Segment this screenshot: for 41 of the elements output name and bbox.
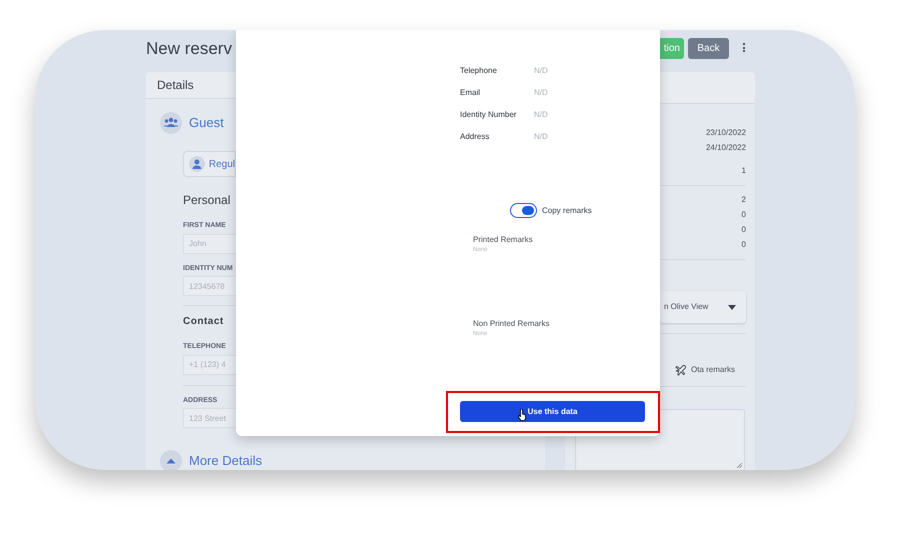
info-value: N/D [534,87,548,99]
card-title: Details [157,77,194,94]
caret-icon [728,304,736,310]
guest-type-button[interactable]: Regul [183,151,236,177]
input-field[interactable]: John [183,234,236,254]
info-label: Telephone [460,65,498,77]
toggle-switch[interactable] [510,203,537,218]
count-value: 2 [742,194,746,206]
count-value: 0 [742,224,746,236]
info-value: N/D [534,65,548,77]
subsection-heading: Contact [183,315,225,329]
count-value: 0 [742,209,746,221]
section-heading: More Details [189,452,262,470]
section-heading: Guest [189,114,224,132]
pointer-cursor-icon [518,409,527,421]
toggle-label: Copy remarks [542,204,592,216]
room-select[interactable]: n Olive View [660,291,746,323]
info-label: Identity Number [460,109,518,121]
chevron-up-icon [160,450,182,470]
use-data-button[interactable]: Use this data [460,401,645,422]
input-field[interactable]: 12345678 [183,276,236,296]
remarks-title: Printed Remarks [473,234,534,246]
page-title: New reserv [146,38,232,60]
remarks-title: Non Printed Remarks [473,318,550,330]
input-field[interactable]: +1 (123) 4 [183,354,236,374]
subsection-heading: Personal [183,192,232,209]
count-value: 0 [742,239,746,251]
group-icon [160,112,182,134]
tab[interactable]: Ota remarks [674,364,735,376]
person-icon [189,156,205,172]
back-button[interactable]: Back [688,38,729,59]
info-value: N/D [534,131,548,143]
input-field[interactable]: 123 Street [183,408,236,428]
info-value: N/D [534,109,548,121]
airplane-icon [674,364,686,376]
count-value: 1 [742,165,746,177]
info-label: Address [460,131,490,143]
date-value: 24/10/2022 [706,142,746,154]
resize-handle-icon [737,463,742,468]
info-label: Email [460,87,482,99]
date-value: 23/10/2022 [706,127,746,139]
